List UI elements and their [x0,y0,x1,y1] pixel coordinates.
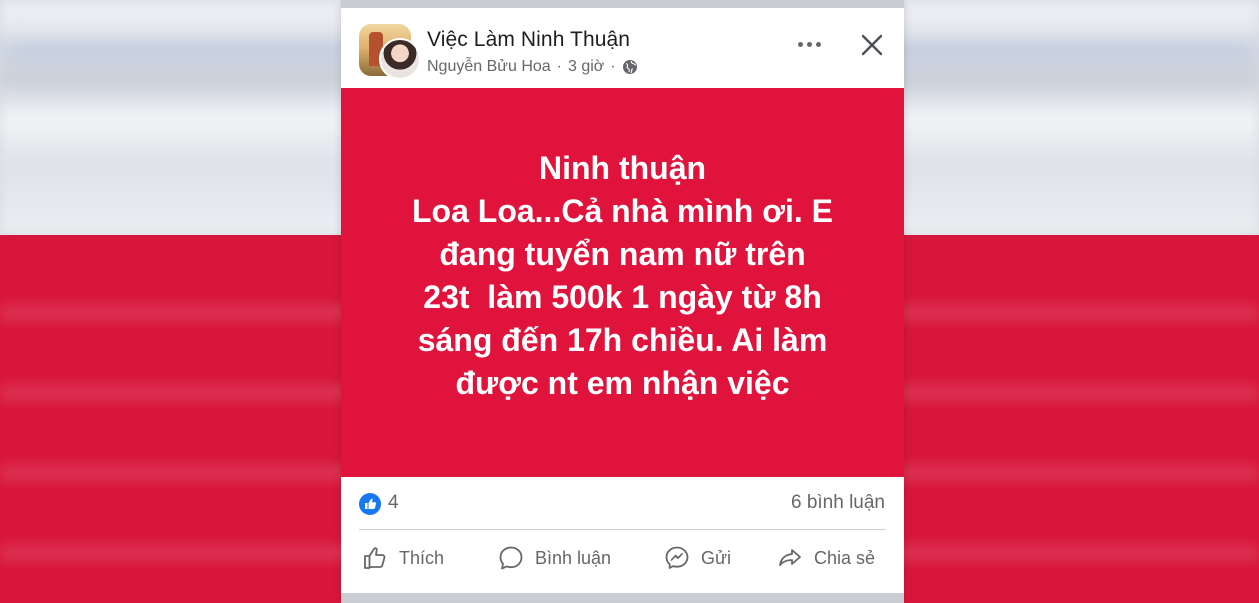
globe-icon [622,60,637,74]
post-text: Ninh thuận Loa Loa...Cả nhà mình ơi. E đ… [383,147,863,405]
post-content-background: Ninh thuận Loa Loa...Cả nhà mình ơi. E đ… [341,88,904,477]
post-actions: Thích Bình luận Gửi Chia sẻ [341,530,904,586]
dot-icon [797,41,803,47]
like-button[interactable]: Thích [361,542,444,574]
comment-button[interactable]: Bình luận [497,542,611,574]
page-name[interactable]: Việc Làm Ninh Thuận [427,28,630,52]
like-icon[interactable] [359,493,381,515]
comment-label: Bình luận [535,547,612,568]
post-card: Việc Làm Ninh Thuận Nguyễn Bửu Hoa · 3 g… [341,0,904,603]
more-options-button[interactable] [793,32,825,56]
post-text-line: đang tuyển nam nữ trên [439,235,806,272]
share-button[interactable]: Chia sẻ [776,542,875,574]
messenger-icon [665,546,689,569]
share-label: Chia sẻ [814,547,876,568]
post-time[interactable]: 3 giờ [568,58,604,76]
meta-separator: · [556,58,562,75]
close-icon[interactable] [857,30,887,60]
comment-count[interactable]: 6 bình luận [791,492,885,514]
post-header: Việc Làm Ninh Thuận Nguyễn Bửu Hoa · 3 g… [341,8,904,88]
post-text-line: Ninh thuận [538,149,707,186]
send-button[interactable]: Gửi [663,542,731,574]
meta-separator: · [610,58,616,75]
post-meta: Nguyễn Bửu Hoa · 3 giờ · [427,58,638,76]
card-top-border [341,0,904,8]
reaction-count[interactable]: 4 [388,492,399,514]
send-label: Gửi [701,547,732,568]
dot-icon [815,41,821,47]
author-name[interactable]: Nguyễn Bửu Hoa [427,58,551,76]
post-text-line: sáng đến 17h chiều. Ai làm [417,321,828,358]
dot-icon [806,41,812,47]
card-bottom-border [341,593,904,603]
post-text-line: được nt em nhận việc [455,364,790,401]
post-text-line: 23t làm 500k 1 ngày từ 8h [423,278,822,315]
like-label: Thích [399,547,445,568]
post-stats: 4 6 bình luận [341,477,904,529]
share-icon [779,549,801,566]
post-text-line: Loa Loa...Cả nhà mình ơi. E [411,192,833,229]
thumbs-up-icon [364,547,386,569]
user-avatar[interactable] [379,38,421,80]
comment-icon [499,546,523,570]
